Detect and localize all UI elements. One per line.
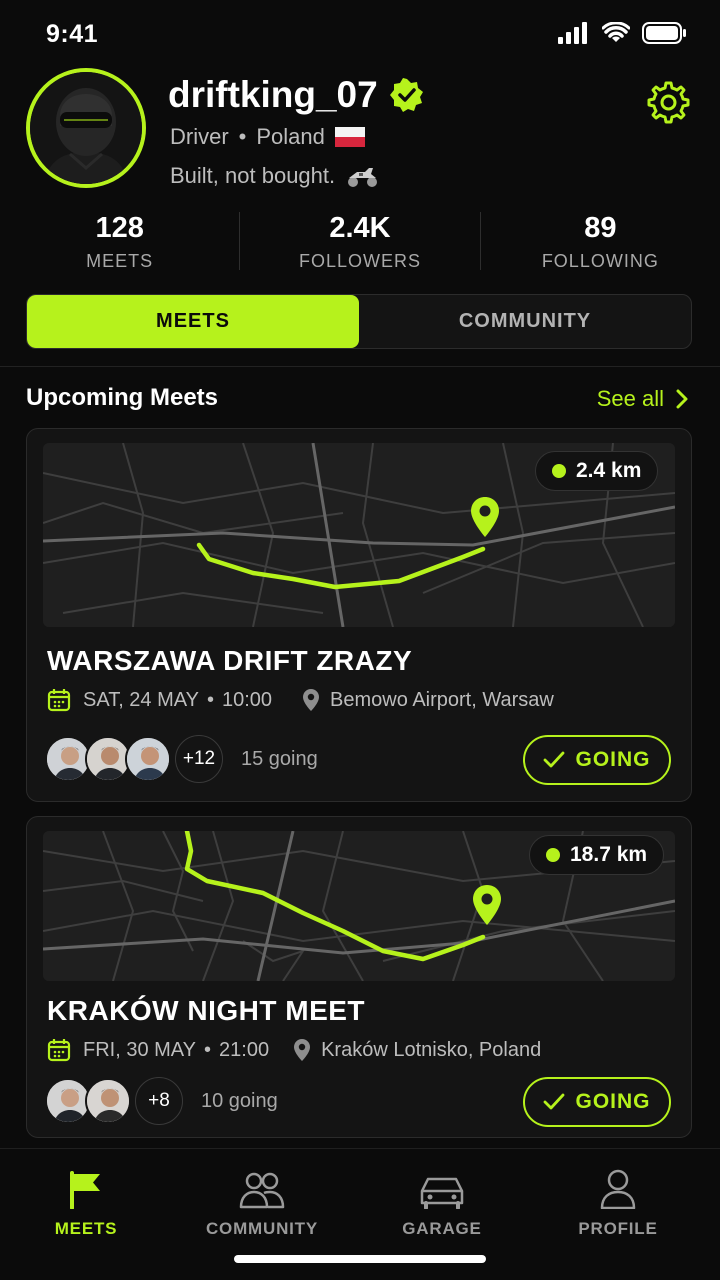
poland-flag-icon: [334, 127, 365, 147]
nav-label: COMMUNITY: [205, 1219, 319, 1238]
meet-title: KRAKÓW NIGHT MEET: [47, 995, 366, 1026]
profile-role: Driver: [170, 124, 229, 149]
stat-value: 128: [95, 212, 144, 244]
settings-gear-icon[interactable]: [644, 80, 690, 126]
nav-item-profile[interactable]: PROFILE: [538, 1165, 698, 1239]
profile-country: Poland: [256, 124, 325, 149]
divider: [0, 366, 720, 367]
going-button-label: GOING: [575, 1090, 651, 1113]
meet-card[interactable]: 2.4 km WARSZAWA DRIFT ZRAZY SAT, 24 MAY …: [26, 428, 692, 802]
car-icon: [420, 1177, 464, 1209]
profile-meta: Driver • Poland: [170, 124, 365, 150]
meet-time: 21:00: [219, 1038, 270, 1061]
going-button-label: GOING: [575, 748, 651, 771]
stat-following[interactable]: 89 FOLLOWING: [481, 212, 720, 272]
verified-badge-icon: [389, 78, 423, 112]
tab-community[interactable]: COMMUNITY: [359, 295, 691, 348]
meet-location: Bemowo Airport, Warsaw: [302, 688, 554, 712]
location-text: Kraków Lotnisko, Poland: [321, 1038, 542, 1061]
attendee-more-count: +8: [135, 1077, 183, 1125]
racecar-icon: [348, 168, 378, 187]
distance-chip: 18.7 km: [529, 835, 665, 875]
nav-item-meets[interactable]: MEETS: [6, 1165, 166, 1239]
going-count: 10 going: [201, 1089, 278, 1112]
location-pin-icon: [303, 689, 320, 711]
username-row: driftking_07: [168, 74, 424, 116]
battery-icon: [642, 22, 686, 44]
bio-text: Built, not bought.: [170, 163, 336, 188]
helmet-avatar-image: [30, 72, 142, 184]
profile-bio: Built, not bought.: [170, 163, 379, 189]
going-button[interactable]: GOING: [523, 735, 671, 785]
meet-title: WARSZAWA DRIFT ZRAZY: [47, 645, 413, 676]
meet-card[interactable]: 18.7 km KRAKÓW NIGHT MEET FRI, 30 MAY • …: [26, 816, 692, 1138]
check-icon: [544, 1093, 565, 1110]
status-icons: [558, 22, 686, 44]
status-bar: 9:41: [0, 0, 720, 66]
calendar-icon: [47, 689, 71, 712]
attendees[interactable]: +8 10 going: [45, 1077, 278, 1125]
tab-meets[interactable]: MEETS: [27, 295, 359, 348]
people-icon: [239, 1172, 285, 1209]
distance-chip: 2.4 km: [535, 451, 659, 491]
distance-dot: [552, 464, 566, 478]
location-text: Bemowo Airport, Warsaw: [330, 688, 554, 711]
nav-label: PROFILE: [578, 1219, 658, 1238]
location-pin-icon: [294, 1039, 311, 1061]
signal-icon: [558, 22, 587, 44]
avatar[interactable]: [26, 68, 146, 188]
stat-meets[interactable]: 128 MEETS: [0, 212, 239, 272]
stat-followers[interactable]: 2.4K FOLLOWERS: [240, 212, 479, 272]
meet-info: SAT, 24 MAY • 10:00 Bemowo Airport, Wars…: [47, 688, 554, 712]
status-time: 9:41: [46, 20, 99, 48]
nav-item-community[interactable]: COMMUNITY: [182, 1165, 342, 1239]
meet-info: FRI, 30 MAY • 21:00 Kraków Lotnisko, Pol…: [47, 1038, 541, 1062]
attendees[interactable]: +12 15 going: [45, 735, 318, 783]
distance-value: 2.4 km: [576, 459, 642, 482]
meet-location: Kraków Lotnisko, Poland: [293, 1038, 541, 1062]
see-all-link[interactable]: See all: [597, 386, 688, 412]
nav-label: GARAGE: [402, 1219, 482, 1238]
distance-dot: [546, 848, 560, 862]
meet-time: 10:00: [221, 688, 273, 711]
chevron-right-icon: [676, 389, 688, 409]
meet-date: FRI, 30 MAY: [83, 1038, 196, 1061]
stat-label: FOLLOWING: [541, 251, 659, 271]
stat-label: MEETS: [86, 251, 154, 271]
wifi-icon: [602, 22, 630, 42]
going-count: 15 going: [241, 747, 318, 770]
distance-value: 18.7 km: [570, 843, 648, 866]
person-icon: [600, 1169, 636, 1209]
attendee-avatar: [85, 1078, 131, 1124]
stat-label: FOLLOWERS: [298, 251, 421, 271]
profile-tabs: MEETS COMMUNITY: [26, 294, 692, 349]
stat-value: 2.4K: [329, 212, 391, 244]
section-title: Upcoming Meets: [26, 384, 219, 411]
username: driftking_07: [168, 74, 378, 115]
going-button[interactable]: GOING: [523, 1077, 671, 1127]
home-indicator: [234, 1255, 486, 1263]
calendar-icon: [47, 1039, 71, 1062]
stat-value: 89: [584, 212, 617, 244]
nav-item-garage[interactable]: GARAGE: [362, 1165, 522, 1239]
attendee-more-count: +12: [175, 735, 223, 783]
meet-date: SAT, 24 MAY: [83, 688, 199, 711]
see-all-label: See all: [596, 386, 664, 411]
profile-stats: 128 MEETS 2.4K FOLLOWERS 89 FOLLOWING: [0, 212, 720, 272]
nav-label: MEETS: [54, 1219, 118, 1238]
attendee-avatar: [125, 736, 171, 782]
flag-icon: [70, 1171, 100, 1209]
check-icon: [544, 751, 565, 768]
